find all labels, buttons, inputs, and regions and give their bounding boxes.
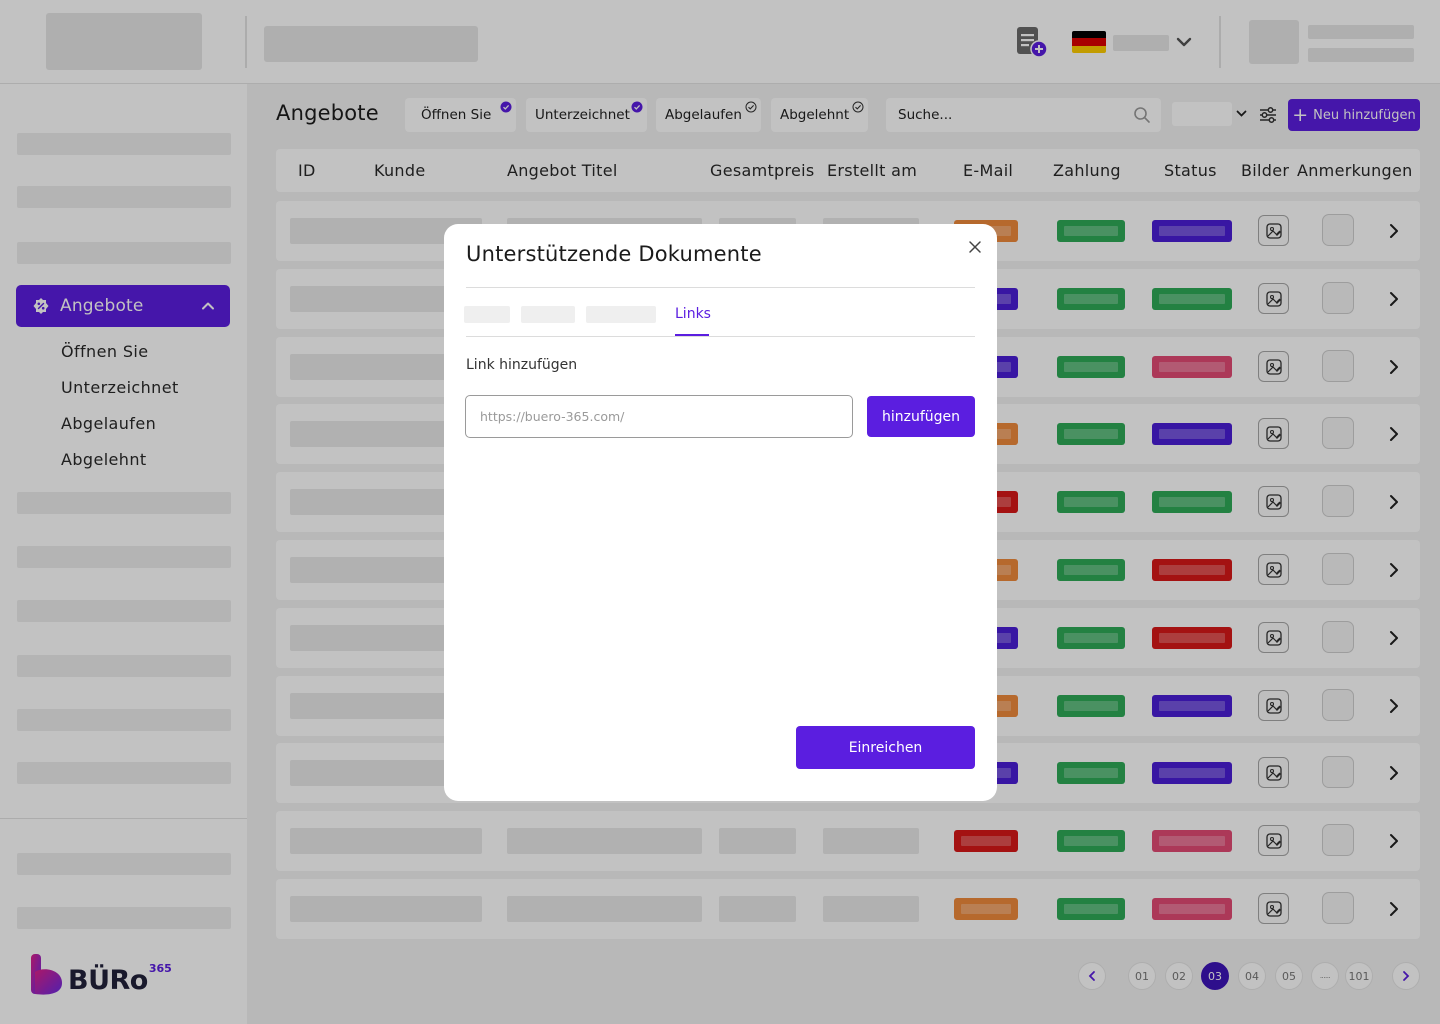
- close-icon[interactable]: [968, 240, 982, 254]
- tab-placeholder[interactable]: [521, 306, 575, 323]
- tab-placeholder[interactable]: [464, 306, 510, 323]
- supporting-documents-modal: Unterstützende Dokumente Links Link hinz…: [444, 224, 997, 801]
- tabs-divider: [466, 336, 975, 337]
- add-link-button[interactable]: hinzufügen: [867, 396, 975, 437]
- tab-links[interactable]: Links: [675, 306, 711, 322]
- link-input[interactable]: [465, 395, 853, 438]
- link-field-label: Link hinzufügen: [466, 357, 578, 373]
- tab-placeholder[interactable]: [586, 306, 656, 323]
- modal-title: Unterstützende Dokumente: [466, 242, 762, 266]
- modal-divider: [466, 287, 975, 288]
- submit-button[interactable]: Einreichen: [796, 726, 975, 769]
